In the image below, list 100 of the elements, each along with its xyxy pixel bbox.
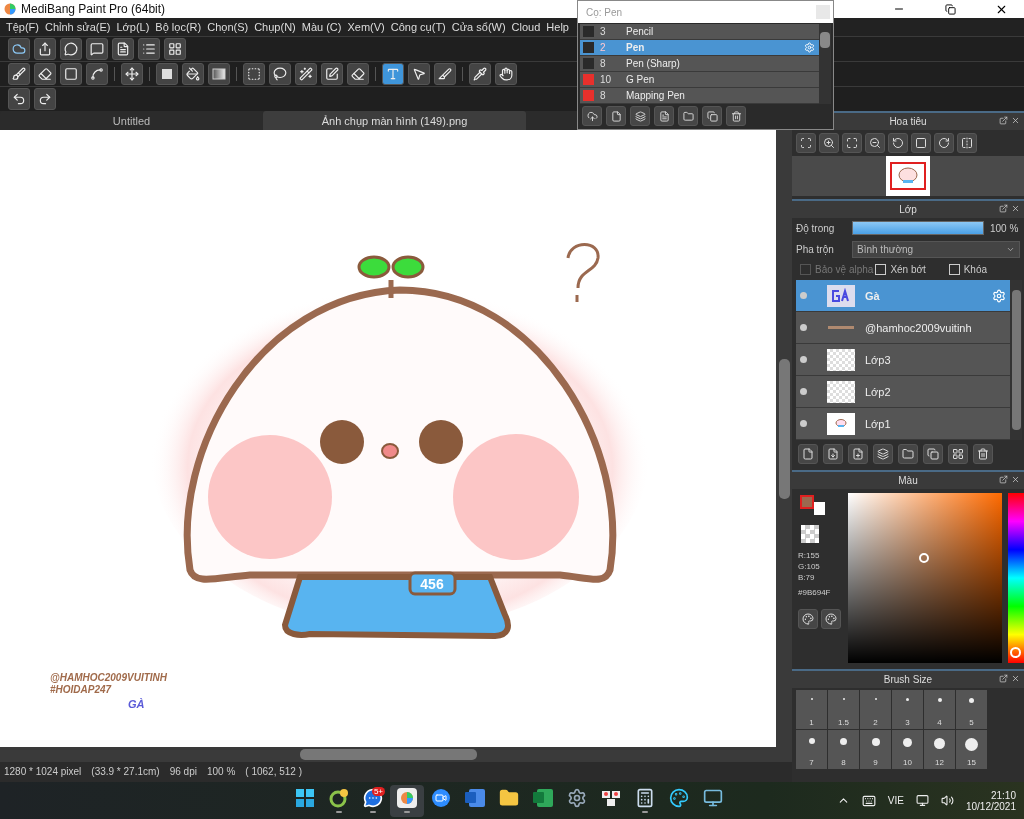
tool-button[interactable] bbox=[469, 63, 491, 85]
menu-item[interactable]: Cửa sổ(W) bbox=[448, 21, 509, 33]
visibility-dot[interactable] bbox=[800, 324, 807, 331]
menu-item[interactable]: Cloud bbox=[508, 21, 544, 33]
visibility-dot[interactable] bbox=[800, 356, 807, 363]
document-tab[interactable]: Ảnh chụp màn hình (149).png bbox=[263, 111, 526, 130]
tool-button[interactable] bbox=[295, 63, 317, 85]
menu-item[interactable]: Bộ lọc(R) bbox=[152, 21, 205, 33]
brush-size-cell[interactable]: 5 bbox=[956, 690, 987, 729]
tool-button[interactable] bbox=[34, 38, 56, 60]
tool-button[interactable] bbox=[86, 63, 108, 85]
tool-button[interactable] bbox=[138, 38, 160, 60]
taskbar-app[interactable]: 5+ bbox=[356, 784, 390, 817]
visibility-dot[interactable] bbox=[800, 388, 807, 395]
tool-button[interactable] bbox=[495, 63, 517, 85]
navigator-button[interactable] bbox=[819, 133, 839, 153]
brush-tool-button[interactable] bbox=[726, 106, 746, 126]
brush-size-cell[interactable]: 9 bbox=[860, 730, 891, 769]
visibility-dot[interactable] bbox=[800, 420, 807, 427]
language-indicator[interactable]: VIE bbox=[887, 795, 904, 806]
brush-size-cell[interactable]: 7 bbox=[796, 730, 827, 769]
brush-row[interactable]: 3 Pencil bbox=[580, 24, 819, 40]
layer-tool-button[interactable] bbox=[823, 444, 843, 464]
tool-button[interactable] bbox=[112, 38, 134, 60]
brush-tool-button[interactable] bbox=[678, 106, 698, 126]
menu-item[interactable]: Màu (C) bbox=[298, 21, 345, 33]
tool-button[interactable] bbox=[86, 38, 108, 60]
opacity-slider[interactable] bbox=[852, 221, 984, 235]
navigator-button[interactable] bbox=[888, 133, 908, 153]
menu-item[interactable]: Chụp(N) bbox=[251, 21, 299, 33]
background-color-swatch[interactable] bbox=[814, 502, 825, 515]
palette-button[interactable] bbox=[798, 609, 818, 629]
layer-row[interactable]: Lớp1 bbox=[796, 408, 1010, 440]
popout-icon[interactable] bbox=[999, 674, 1008, 683]
layer-tool-button[interactable] bbox=[898, 444, 918, 464]
brush-tool-button[interactable] bbox=[702, 106, 722, 126]
layer-tool-button[interactable] bbox=[948, 444, 968, 464]
taskbar-app[interactable] bbox=[390, 784, 424, 817]
brush-size-cell[interactable]: 12 bbox=[924, 730, 955, 769]
brush-size-cell[interactable]: 1.5 bbox=[828, 690, 859, 729]
menu-item[interactable]: Tệp(F) bbox=[3, 21, 42, 33]
popout-icon[interactable] bbox=[999, 116, 1008, 125]
checkbox[interactable] bbox=[875, 264, 887, 275]
navigator-button[interactable] bbox=[911, 133, 931, 153]
layer-tool-button[interactable] bbox=[873, 444, 893, 464]
close-icon[interactable] bbox=[1011, 116, 1020, 125]
navigator-button[interactable] bbox=[796, 133, 816, 153]
tool-button[interactable] bbox=[8, 63, 30, 85]
layer-tool-button[interactable] bbox=[973, 444, 993, 464]
brush-tool-button[interactable] bbox=[606, 106, 626, 126]
menu-item[interactable]: Chỉnh sửa(E) bbox=[42, 21, 114, 33]
tool-button[interactable] bbox=[164, 38, 186, 60]
brush-size-cell[interactable]: 2 bbox=[860, 690, 891, 729]
tool-button[interactable] bbox=[243, 63, 265, 85]
menu-item[interactable]: Công cụ(T) bbox=[387, 21, 449, 33]
tool-button[interactable] bbox=[321, 63, 343, 85]
brush-size-cell[interactable]: 15 bbox=[956, 730, 987, 769]
brush-tool-button[interactable] bbox=[654, 106, 674, 126]
menu-item[interactable]: Help bbox=[543, 21, 572, 33]
picker-cursor[interactable] bbox=[919, 553, 929, 563]
settings-icon[interactable] bbox=[992, 288, 1006, 303]
brush-size-cell[interactable]: 4 bbox=[924, 690, 955, 729]
layer-row[interactable]: @hamhoc2009vuitinh bbox=[796, 312, 1010, 344]
tool-button[interactable] bbox=[156, 63, 178, 85]
hue-handle[interactable] bbox=[1010, 647, 1021, 659]
menu-item[interactable]: Chọn(S) bbox=[204, 21, 252, 33]
keyboard-icon[interactable] bbox=[861, 793, 876, 808]
tool-button[interactable] bbox=[269, 63, 291, 85]
tool-button[interactable] bbox=[182, 63, 204, 85]
navigator-button[interactable] bbox=[957, 133, 977, 153]
close-icon[interactable] bbox=[1011, 204, 1020, 213]
tool-button[interactable] bbox=[60, 63, 82, 85]
tool-button[interactable] bbox=[434, 63, 456, 85]
tool-button[interactable] bbox=[382, 63, 404, 85]
layer-tool-button[interactable] bbox=[848, 444, 868, 464]
hue-slider[interactable] bbox=[1008, 493, 1024, 663]
speaker-icon[interactable] bbox=[940, 794, 954, 807]
color-picker[interactable] bbox=[848, 493, 1002, 663]
brush-row[interactable]: 8 Pen (Sharp) bbox=[580, 56, 819, 72]
checkbox[interactable] bbox=[948, 264, 960, 275]
popout-icon[interactable] bbox=[999, 204, 1008, 213]
brush-tool-button[interactable] bbox=[630, 106, 650, 126]
menu-item[interactable]: Lớp(L) bbox=[113, 21, 153, 33]
layer-row[interactable]: Lớp3 bbox=[796, 344, 1010, 376]
transparent-swatch[interactable] bbox=[801, 525, 819, 543]
tool-button[interactable] bbox=[208, 63, 230, 85]
layer-tool-button[interactable] bbox=[798, 444, 818, 464]
brush-size-cell[interactable]: 1 bbox=[796, 690, 827, 729]
brush-size-cell[interactable]: 10 bbox=[892, 730, 923, 769]
network-icon[interactable] bbox=[915, 794, 929, 807]
tool-button[interactable] bbox=[121, 63, 143, 85]
tool-button[interactable] bbox=[60, 38, 82, 60]
close-icon[interactable] bbox=[1011, 674, 1020, 683]
settings-icon[interactable] bbox=[804, 42, 815, 53]
navigator-button[interactable] bbox=[842, 133, 862, 153]
navigator-button[interactable] bbox=[934, 133, 954, 153]
tool-button[interactable] bbox=[408, 63, 430, 85]
brush-size-cell[interactable]: 8 bbox=[828, 730, 859, 769]
visibility-dot[interactable] bbox=[800, 292, 807, 299]
brush-tool-button[interactable] bbox=[582, 106, 602, 126]
